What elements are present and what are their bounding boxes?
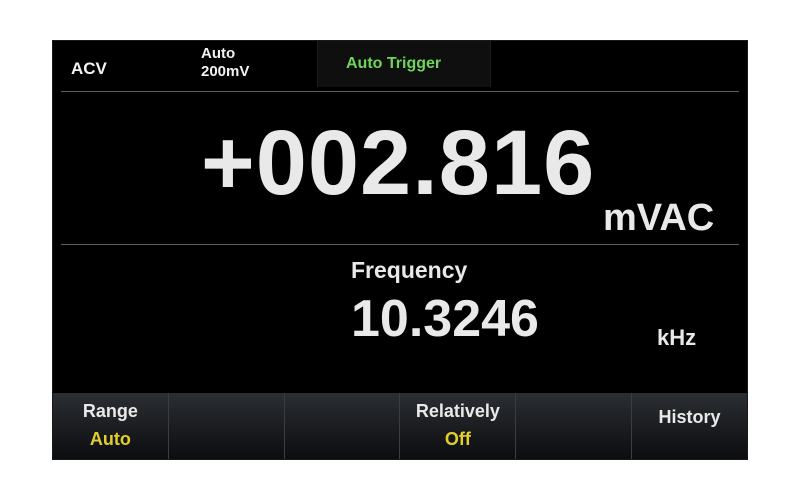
softkey-bar: Range Auto Relatively Off History xyxy=(53,393,747,459)
divider xyxy=(61,91,739,92)
softkey-range[interactable]: Range Auto xyxy=(53,393,169,459)
primary-reading: +002.816 xyxy=(201,112,596,214)
softkey-label: Range xyxy=(82,401,138,421)
softkey-value: Off xyxy=(444,429,471,449)
softkey-label: History xyxy=(658,407,721,427)
dmm-display: ACV Auto 200mV Auto Trigger +002.816 mVA… xyxy=(52,40,748,460)
softkey-2[interactable] xyxy=(168,393,285,459)
status-bar: ACV Auto 200mV Auto Trigger xyxy=(53,41,747,91)
softkey-3[interactable] xyxy=(284,393,401,459)
range-mode: Auto xyxy=(201,45,236,62)
divider xyxy=(61,244,739,245)
trigger-label: Auto Trigger xyxy=(346,55,442,72)
softkey-label: Relatively xyxy=(415,401,500,421)
secondary-unit: kHz xyxy=(657,325,697,350)
measurement-mode: ACV xyxy=(71,59,107,78)
primary-unit: mVAC xyxy=(603,197,715,239)
softkey-history[interactable]: History xyxy=(632,393,747,459)
range-indicator: Auto 200mV xyxy=(201,45,249,81)
softkey-relatively[interactable]: Relatively Off xyxy=(400,393,517,459)
secondary-reading: 10.3246 xyxy=(351,290,539,348)
softkey-value: Auto xyxy=(89,429,131,449)
secondary-label: Frequency xyxy=(351,257,468,283)
range-value: 200mV xyxy=(201,63,250,80)
trigger-indicator: Auto Trigger xyxy=(317,41,491,87)
softkey-5[interactable] xyxy=(516,393,633,459)
